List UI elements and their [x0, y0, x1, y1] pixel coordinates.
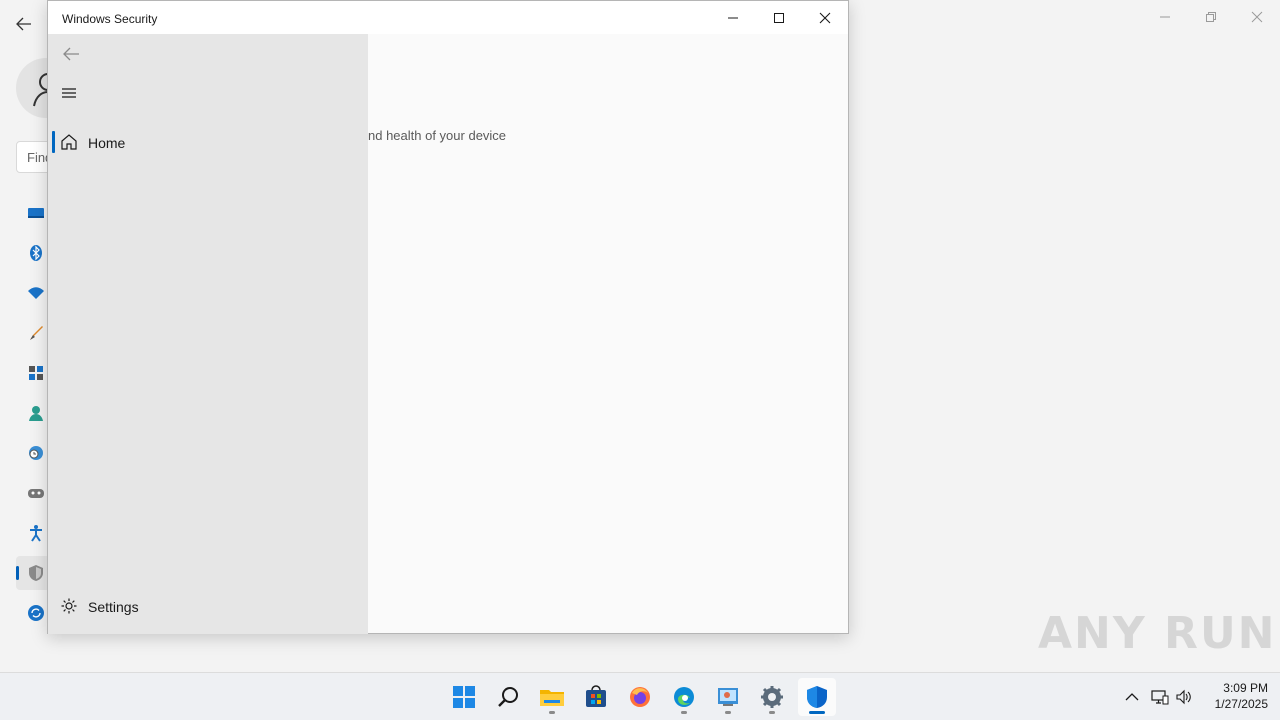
running-indicator — [549, 711, 555, 714]
nav-item-settings[interactable]: Settings — [52, 590, 364, 622]
gaming-icon[interactable] — [27, 484, 45, 502]
store-button[interactable] — [577, 678, 615, 716]
clock-time: 3:09 PM — [1223, 681, 1268, 695]
close-icon[interactable] — [1234, 0, 1280, 34]
bluetooth-icon[interactable] — [27, 244, 45, 262]
taskbar-search-button[interactable] — [489, 678, 527, 716]
store-icon — [586, 685, 606, 707]
control-panel-button[interactable] — [709, 678, 747, 716]
edge-button[interactable] — [665, 678, 703, 716]
apps-icon[interactable] — [27, 364, 45, 382]
windows-security-icon — [807, 686, 827, 708]
restore-icon[interactable] — [1188, 0, 1234, 34]
show-hidden-icons-chevron-icon[interactable] — [1122, 687, 1142, 707]
accounts-icon[interactable] — [27, 404, 45, 422]
taskbar — [0, 672, 1280, 720]
minimize-icon[interactable] — [1142, 0, 1188, 34]
back-button[interactable] — [60, 44, 82, 64]
running-indicator — [725, 711, 731, 714]
start-icon — [453, 686, 475, 708]
gear-icon — [60, 597, 78, 615]
nav-selected-indicator — [52, 131, 55, 153]
firefox-icon — [630, 687, 650, 707]
file-explorer-button[interactable] — [533, 678, 571, 716]
page-description: nd health of your device — [368, 128, 507, 143]
nav-item-label: Settings — [88, 599, 139, 615]
nav-active-indicator — [16, 566, 19, 580]
window-title: Windows Security — [62, 12, 158, 26]
start-button[interactable] — [445, 678, 483, 716]
control-panel-icon — [718, 688, 738, 706]
accessibility-icon[interactable] — [27, 524, 45, 542]
edge-icon — [674, 687, 694, 707]
system-clock[interactable]: 3:09 PM 1/27/2025 — [1196, 680, 1268, 712]
settings-icon — [761, 686, 783, 708]
windows-security-window: Windows Security nd health of your devic… — [47, 0, 849, 634]
firefox-button[interactable] — [621, 678, 659, 716]
clock-date: 1/27/2025 — [1214, 697, 1268, 711]
back-arrow-icon[interactable] — [14, 14, 34, 34]
maximize-icon — [774, 12, 784, 23]
personalization-icon[interactable] — [27, 324, 45, 342]
hamburger-icon — [62, 88, 76, 98]
privacy-security-icon[interactable] — [27, 564, 45, 582]
windows-update-icon[interactable] — [27, 604, 45, 622]
nav-item-home[interactable]: Home — [52, 126, 364, 158]
display-icon[interactable] — [27, 204, 45, 222]
time-language-icon[interactable] — [27, 444, 45, 462]
minimize-icon — [728, 17, 738, 18]
title-bar[interactable]: Windows Security — [48, 1, 848, 34]
watermark-logo: ANY RUN — [1038, 608, 1277, 659]
settings-app-button[interactable] — [753, 678, 791, 716]
windows-security-button[interactable] — [798, 678, 836, 716]
navigation-pane: Home Settings — [48, 34, 368, 634]
nav-item-label: Home — [88, 135, 126, 151]
network-icon[interactable] — [1150, 687, 1170, 707]
minimize-button[interactable] — [710, 1, 756, 34]
running-indicator — [809, 711, 825, 714]
running-indicator — [769, 711, 775, 714]
close-button[interactable] — [802, 1, 848, 34]
home-icon — [60, 133, 78, 151]
hamburger-menu-button[interactable] — [60, 86, 78, 100]
close-icon — [819, 12, 831, 23]
file-explorer-icon — [540, 690, 564, 706]
back-arrow-icon — [63, 47, 79, 61]
maximize-button[interactable] — [756, 1, 802, 34]
search-icon — [498, 687, 518, 707]
running-indicator — [681, 711, 687, 714]
volume-icon[interactable] — [1174, 687, 1194, 707]
wifi-icon[interactable] — [27, 284, 45, 302]
